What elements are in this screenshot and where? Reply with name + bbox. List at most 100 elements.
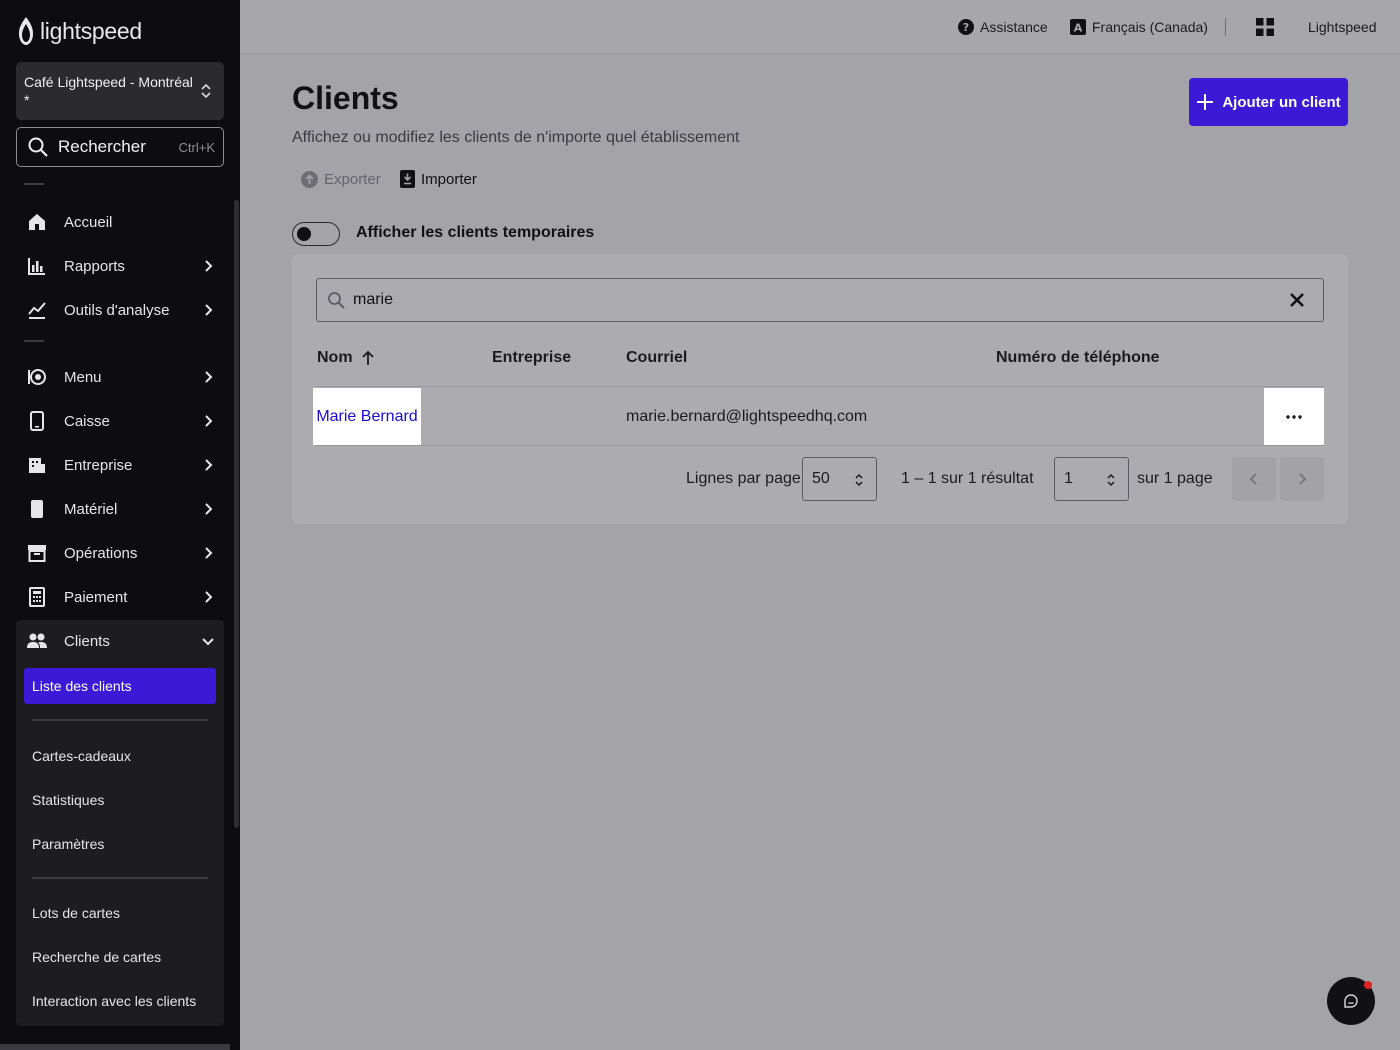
temporary-clients-toggle[interactable] — [292, 222, 340, 246]
rows-per-page-select[interactable]: 50 — [802, 457, 877, 501]
account-menu[interactable]: Lightspeed — [1308, 17, 1377, 37]
logo-text: lightspeed — [40, 17, 142, 44]
chat-icon — [1344, 994, 1358, 1008]
submenu-divider — [32, 877, 208, 879]
results-range: 1 – 1 sur 1 résultat — [901, 470, 1034, 487]
chevron-left-icon — [1249, 473, 1257, 485]
help-circle-icon: ? — [958, 19, 974, 35]
column-header-label: Nom — [317, 349, 353, 366]
top-bar: ? Assistance A Français (Canada) Lightsp… — [240, 0, 1400, 54]
sidebar-item-paiement[interactable]: Paiement — [16, 577, 224, 617]
client-email: marie.bernard@lightspeedhq.com — [626, 408, 868, 425]
chevron-down-icon — [202, 638, 214, 646]
sidebar-item-entreprise[interactable]: Entreprise — [16, 445, 224, 485]
sidebar-search[interactable]: Rechercher Ctrl+K — [16, 127, 224, 167]
chevron-right-icon — [205, 503, 213, 515]
submenu-item-lots-cartes[interactable]: Lots de cartes — [32, 903, 120, 923]
svg-text:?: ? — [963, 21, 969, 34]
submenu-item-cartes-cadeaux[interactable]: Cartes-cadeaux — [32, 746, 131, 766]
page-title: Clients — [292, 80, 399, 116]
import-button[interactable]: Importer — [400, 168, 477, 190]
language-label: Français (Canada) — [1092, 19, 1208, 35]
sidebar-item-materiel[interactable]: Matériel — [16, 489, 224, 529]
client-search-input[interactable]: marie — [316, 278, 1324, 322]
column-header-label: Numéro de téléphone — [996, 349, 1160, 366]
trend-chart-icon — [26, 299, 48, 321]
client-name: Marie Bernard — [316, 407, 418, 425]
sidebar-item-accueil[interactable]: Accueil — [16, 202, 224, 242]
archive-icon — [26, 542, 48, 564]
rows-per-page-value: 50 — [812, 470, 830, 487]
chevron-right-icon — [205, 304, 213, 316]
clear-search-icon[interactable] — [1289, 292, 1305, 308]
apps-grid-button[interactable] — [1256, 17, 1274, 37]
column-header-entreprise[interactable]: Entreprise — [492, 348, 571, 368]
chevron-right-icon — [205, 591, 213, 603]
import-label: Importer — [421, 170, 477, 188]
help-link[interactable]: ? Assistance — [958, 17, 1048, 37]
sidebar-item-label: Paiement — [64, 588, 128, 606]
topbar-divider — [1225, 18, 1226, 36]
client-name-link[interactable]: Marie Bernard — [313, 388, 421, 445]
svg-text:A: A — [1074, 22, 1083, 35]
sidebar-item-clients[interactable]: Clients — [16, 621, 224, 661]
chevron-up-down-icon — [855, 473, 863, 487]
chevron-right-icon — [205, 459, 213, 471]
import-file-icon — [400, 170, 415, 188]
sidebar-item-menu[interactable]: Menu — [16, 357, 224, 397]
ellipsis-icon — [1286, 414, 1302, 419]
next-page-button[interactable] — [1280, 457, 1324, 501]
table-divider — [316, 445, 1324, 446]
search-value: marie — [353, 291, 394, 308]
grid-icon — [1256, 18, 1274, 36]
column-header-label: Courriel — [626, 349, 688, 366]
sidebar-item-outils-analyse[interactable]: Outils d'analyse — [16, 290, 224, 330]
page-subtitle: Affichez ou modifiez les clients de n'im… — [292, 129, 740, 146]
account-label: Lightspeed — [1308, 19, 1377, 35]
notification-dot — [1364, 981, 1372, 989]
users-icon — [26, 630, 48, 652]
plus-icon — [1197, 94, 1214, 110]
table-divider — [316, 386, 1324, 387]
submenu-item-liste-clients[interactable]: Liste des clients — [24, 668, 216, 704]
sidebar-scrollbar[interactable] — [234, 200, 239, 828]
submenu-item-interaction-clients[interactable]: Interaction avec les clients — [32, 991, 196, 1011]
submenu-item-parametres[interactable]: Paramètres — [32, 834, 104, 854]
calculator-icon — [26, 586, 48, 608]
search-icon — [328, 292, 345, 309]
chat-support-button[interactable] — [1327, 977, 1375, 1025]
help-label: Assistance — [980, 19, 1048, 35]
page-select[interactable]: 1 — [1054, 457, 1129, 501]
submenu-item-statistiques[interactable]: Statistiques — [32, 790, 104, 810]
row-more-actions-button[interactable] — [1264, 388, 1324, 445]
chevron-right-icon — [205, 371, 213, 383]
submenu-divider — [32, 719, 208, 721]
nav-divider — [24, 340, 44, 342]
device-icon — [26, 498, 48, 520]
language-selector[interactable]: A Français (Canada) — [1070, 17, 1208, 37]
language-icon: A — [1070, 19, 1086, 35]
export-button[interactable]: Exporter — [301, 168, 381, 190]
add-client-button[interactable]: Ajouter un client — [1189, 78, 1348, 126]
previous-page-button[interactable] — [1232, 457, 1276, 501]
column-header-telephone[interactable]: Numéro de téléphone — [996, 348, 1160, 368]
column-header-nom[interactable]: Nom — [317, 348, 375, 368]
sidebar-item-label: Entreprise — [64, 456, 133, 474]
building-icon — [26, 454, 48, 476]
lightspeed-logo[interactable]: lightspeed — [16, 16, 142, 46]
sidebar-item-label: Outils d'analyse — [64, 301, 170, 319]
sidebar-item-label: Accueil — [64, 213, 113, 231]
sidebar: lightspeed Café Lightspeed - Montréal * … — [0, 0, 240, 1050]
sidebar-horizontal-scrollbar[interactable] — [0, 1044, 230, 1050]
chevron-up-down-icon — [201, 83, 211, 99]
sidebar-item-rapports[interactable]: Rapports — [16, 246, 224, 286]
store-switcher[interactable]: Café Lightspeed - Montréal * — [16, 62, 224, 120]
sidebar-item-operations[interactable]: Opérations — [16, 533, 224, 573]
sidebar-item-label: Matériel — [64, 500, 118, 518]
sidebar-item-label: Opérations — [64, 544, 138, 562]
store-name: Café Lightspeed - Montréal * — [24, 74, 193, 108]
sidebar-item-caisse[interactable]: Caisse — [16, 401, 224, 441]
submenu-item-recherche-cartes[interactable]: Recherche de cartes — [32, 947, 161, 967]
column-header-courriel[interactable]: Courriel — [626, 348, 687, 368]
menu-dish-icon — [26, 366, 48, 388]
